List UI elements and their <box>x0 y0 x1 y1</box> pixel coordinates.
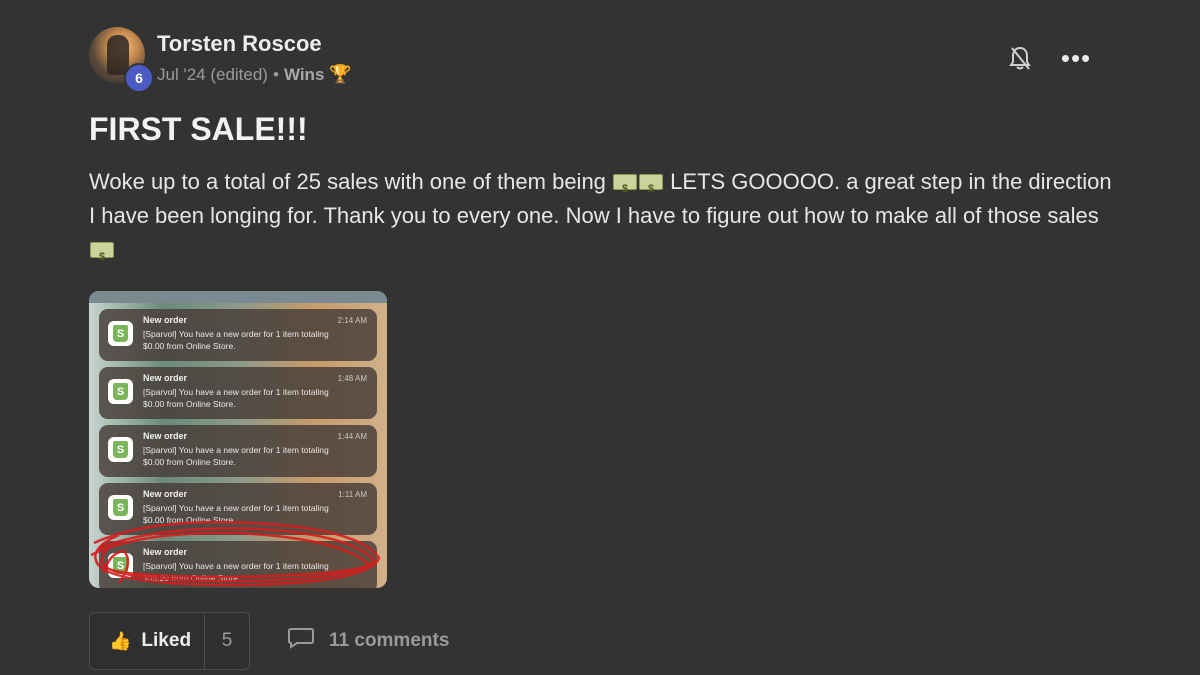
image-top-strip <box>89 291 387 303</box>
notification-line1: [Sparvol] You have a new order for 1 ite… <box>143 329 329 339</box>
post-image[interactable]: S New order 2:14 AM [Sparvol] You have a… <box>89 291 387 588</box>
notification-line1: [Sparvol] You have a new order for 1 ite… <box>143 445 329 455</box>
comments-label: 11 comments <box>329 630 450 651</box>
notification-title: New order <box>143 431 188 441</box>
post-body: Woke up to a total of 25 sales with one … <box>89 165 1119 274</box>
post-title: FIRST SALE!!! <box>89 111 308 147</box>
notification-line1: [Sparvol] You have a new order for 1 ite… <box>143 561 329 571</box>
shopify-app-icon: S <box>108 437 133 462</box>
notification-title: New order <box>143 373 188 383</box>
notification-title: New order <box>143 315 188 325</box>
shopify-app-icon: S <box>108 553 133 578</box>
notification-line1: [Sparvol] You have a new order for 1 ite… <box>143 503 329 513</box>
notification-line2: $0.00 from Online Store. <box>143 341 236 351</box>
shopify-app-icon: S <box>108 379 133 404</box>
comments-button[interactable]: 11 comments <box>287 626 449 656</box>
money-with-wings-icon <box>90 240 114 274</box>
notification-line2: $0.00 from Online Store. <box>143 457 236 467</box>
notification-card: S New order 1:11 AM [Sparvol] You have a… <box>99 483 377 535</box>
notification-title: New order <box>143 547 188 557</box>
post-date[interactable]: Jul '24 (edited) <box>157 65 268 85</box>
notification-line2: $39.99 from Online Store. <box>143 573 241 583</box>
notification-time: 1:44 AM <box>337 432 367 441</box>
like-control: 👍 Liked 5 <box>89 612 250 670</box>
speech-bubble-icon <box>287 626 315 656</box>
notification-card: S New order 2:14 AM [Sparvol] You have a… <box>99 309 377 361</box>
trophy-icon: 🏆 <box>329 64 352 84</box>
shopify-app-icon: S <box>108 495 133 520</box>
notification-line2: $0.00 from Online Store. <box>143 515 236 525</box>
notification-card: S New order 1:48 AM [Sparvol] You have a… <box>99 367 377 419</box>
bell-slash-icon[interactable] <box>1004 42 1036 74</box>
shopify-app-icon: S <box>108 321 133 346</box>
notification-card: S New order [Sparvol] You have a new ord… <box>99 541 377 588</box>
post-body-part1: Woke up to a total of 25 sales with one … <box>89 169 606 194</box>
more-horizontal-icon[interactable]: ••• <box>1060 44 1092 72</box>
author-name[interactable]: Torsten Roscoe <box>157 31 322 57</box>
notification-title: New order <box>143 489 188 499</box>
money-with-wings-icon <box>613 172 638 206</box>
notification-card: S New order 1:44 AM [Sparvol] You have a… <box>99 425 377 477</box>
notification-time: 1:11 AM <box>338 490 367 499</box>
like-button[interactable]: 👍 Liked <box>90 613 205 669</box>
money-with-wings-icon <box>639 172 664 206</box>
notification-line1: [Sparvol] You have a new order for 1 ite… <box>143 387 329 397</box>
notification-time: 1:48 AM <box>337 374 367 383</box>
thumbs-up-icon: 👍 <box>109 630 132 651</box>
notification-time: 2:14 AM <box>337 316 367 325</box>
level-badge: 6 <box>124 63 154 93</box>
meta-separator: • <box>272 64 279 84</box>
like-count[interactable]: 5 <box>205 613 249 669</box>
like-label: Liked <box>141 630 192 651</box>
post-category[interactable]: Wins <box>284 65 324 85</box>
notification-line2: $0.00 from Online Store. <box>143 399 236 409</box>
post-meta: Jul '24 (edited) • Wins 🏆 <box>157 64 352 85</box>
